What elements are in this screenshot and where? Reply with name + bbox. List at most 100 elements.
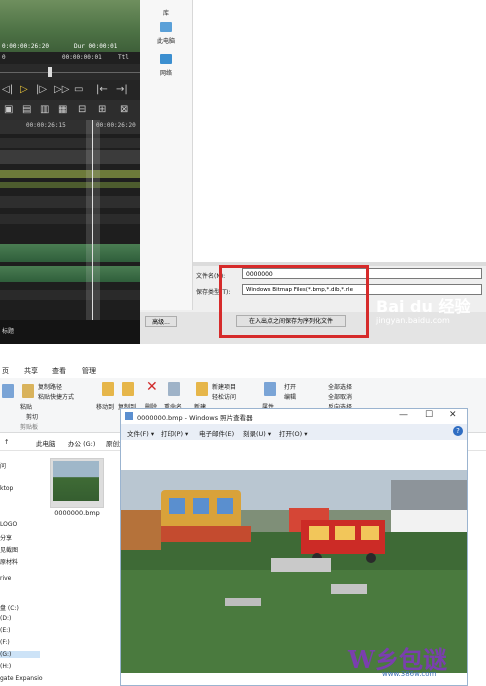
nav-item[interactable]: 问 bbox=[0, 461, 6, 470]
this-pc-icon bbox=[160, 22, 172, 32]
nav-item[interactable]: (H:) bbox=[0, 663, 11, 670]
fast-forward-icon[interactable]: ▷▷ bbox=[54, 84, 69, 96]
menu-file[interactable]: 文件(F) ▾ bbox=[127, 428, 154, 438]
track-row[interactable] bbox=[0, 138, 140, 148]
tool-icon-6[interactable]: ⊞ bbox=[98, 104, 106, 116]
move-to-button[interactable]: 移动到 bbox=[96, 402, 114, 411]
network-icon bbox=[160, 54, 172, 64]
easy-access-button[interactable]: 轻松访问 bbox=[212, 392, 236, 401]
paste-button[interactable]: 粘贴 bbox=[20, 402, 32, 411]
tool-icon-5[interactable]: ⊟ bbox=[78, 104, 86, 116]
playhead-region bbox=[86, 120, 100, 320]
select-all-button[interactable]: 全部选择 bbox=[328, 382, 352, 391]
photo-viewer-titlebar[interactable]: 0000000.bmp - Windows 照片查看器 — ☐ ✕ bbox=[121, 409, 467, 424]
explorer-nav-pane: 问 ktop LOGO 分享 见截图 原材料 rive 盘 (C:) (D:) … bbox=[0, 451, 43, 686]
mark-out-icon[interactable]: →| bbox=[116, 84, 128, 96]
watermark-site-url: www.386w.com bbox=[382, 670, 437, 678]
rename-icon[interactable] bbox=[168, 382, 180, 396]
photo-viewer-menu: 文件(F) ▾ 打印(P) ▾ 电子邮件(E) 刻录(U) ▾ 打开(O) ▾ … bbox=[121, 424, 467, 441]
track-row[interactable] bbox=[0, 196, 140, 208]
menu-email[interactable]: 电子邮件(E) bbox=[199, 428, 234, 438]
window-title: 0000000.bmp - Windows 照片查看器 bbox=[137, 414, 253, 422]
tc-mid: 00:00:00:01 bbox=[62, 54, 102, 61]
file-name-label[interactable]: 0000000.bmp bbox=[50, 509, 104, 517]
prev-frame-icon[interactable]: ◁| bbox=[2, 84, 13, 96]
nav-item-selected[interactable]: (G:) bbox=[0, 651, 40, 658]
playhead[interactable] bbox=[92, 120, 93, 320]
close-icon[interactable]: ✕ bbox=[449, 410, 457, 420]
track-row[interactable] bbox=[0, 214, 140, 224]
help-icon[interactable]: ? bbox=[453, 426, 463, 436]
video-clip[interactable] bbox=[0, 182, 140, 188]
paste-icon[interactable] bbox=[22, 384, 34, 398]
breadcrumb-this-pc[interactable]: 此电脑 bbox=[36, 438, 56, 448]
new-folder-icon[interactable] bbox=[196, 382, 208, 396]
ruler-mark-end: 00:00:26:20 bbox=[96, 122, 136, 129]
move-to-icon[interactable] bbox=[102, 382, 114, 396]
audio-clip[interactable] bbox=[0, 266, 140, 282]
nav-item[interactable]: ktop bbox=[0, 485, 13, 492]
tool-icon-2[interactable]: ▤ bbox=[22, 104, 31, 116]
nav-item[interactable]: rive bbox=[0, 575, 11, 582]
nav-this-pc[interactable]: 此电脑 bbox=[140, 36, 192, 45]
nav-item[interactable]: 原材料 bbox=[0, 557, 18, 566]
nav-item[interactable]: (D:) bbox=[0, 615, 11, 622]
scrub-knob[interactable] bbox=[48, 67, 52, 77]
dialog-file-area[interactable] bbox=[193, 0, 486, 262]
cut-button[interactable]: 剪切 bbox=[26, 412, 38, 421]
play-icon[interactable]: ▷ bbox=[20, 84, 28, 96]
nav-item[interactable]: (F:) bbox=[0, 639, 10, 646]
menu-print[interactable]: 打印(P) ▾ bbox=[161, 428, 188, 438]
ribbon-tabs: 页 共享 查看 管理 bbox=[0, 364, 486, 378]
nav-item[interactable]: 盘 (C:) bbox=[0, 603, 19, 612]
timecode-current: 0:00:00:26:20 bbox=[2, 43, 49, 50]
scrub-bar[interactable] bbox=[0, 64, 140, 80]
menu-open[interactable]: 打开(O) ▾ bbox=[279, 428, 308, 438]
menu-burn[interactable]: 刻录(U) ▾ bbox=[243, 428, 271, 438]
copy-icon[interactable] bbox=[2, 384, 14, 398]
maximize-icon[interactable]: ☐ bbox=[425, 410, 433, 420]
select-none-button[interactable]: 全部取消 bbox=[328, 392, 352, 401]
ruler-mark: 00:00:26:15 bbox=[26, 122, 66, 129]
edit-button[interactable]: 编辑 bbox=[284, 392, 296, 401]
new-item-button[interactable]: 新建项目 bbox=[212, 382, 236, 391]
track-row[interactable] bbox=[0, 290, 140, 300]
track-row[interactable] bbox=[0, 150, 140, 164]
breadcrumb-drive[interactable]: 办公 (G:) bbox=[68, 438, 95, 448]
nav-network[interactable]: 网络 bbox=[140, 68, 192, 77]
tool-icon-3[interactable]: ▥ bbox=[40, 104, 49, 116]
tool-icon-1[interactable]: ▣ bbox=[4, 104, 13, 116]
copy-to-icon[interactable] bbox=[122, 382, 134, 396]
timeline-ruler[interactable]: 00:00:26:15 00:00:26:20 bbox=[0, 120, 140, 134]
nav-item[interactable]: (E:) bbox=[0, 627, 11, 634]
tab-manage[interactable]: 管理 bbox=[82, 366, 96, 376]
paste-shortcut-button[interactable]: 粘贴快捷方式 bbox=[38, 392, 74, 401]
copy-path-button[interactable]: 复制路径 bbox=[38, 382, 62, 391]
nav-library[interactable]: 库 bbox=[140, 8, 192, 17]
properties-icon[interactable] bbox=[264, 382, 276, 396]
nav-up-icon[interactable]: ↑ bbox=[4, 438, 9, 446]
tab-share[interactable]: 共享 bbox=[24, 366, 38, 376]
nav-item[interactable]: 分享 bbox=[0, 533, 12, 542]
timeline-tracks[interactable] bbox=[0, 134, 140, 320]
tab-home[interactable]: 页 bbox=[2, 366, 9, 376]
nav-item[interactable]: LOGO bbox=[0, 521, 17, 528]
advanced-button[interactable]: 高级... bbox=[145, 316, 177, 327]
video-clip[interactable] bbox=[0, 170, 140, 178]
mark-in-icon[interactable]: |← bbox=[96, 84, 108, 96]
open-button[interactable]: 打开 bbox=[284, 382, 296, 391]
tool-icon-4[interactable]: ▦ bbox=[58, 104, 67, 116]
delete-icon[interactable]: ✕ bbox=[146, 380, 158, 394]
thumbnail-image bbox=[53, 461, 99, 501]
tc-ttl: Ttl bbox=[118, 54, 129, 61]
tool-icon-7[interactable]: ⊠ bbox=[120, 104, 128, 116]
output-icon[interactable]: ▭ bbox=[74, 84, 83, 96]
minimize-icon[interactable]: — bbox=[399, 410, 408, 420]
timecode-bar: 0 00:00:00:01 Ttl bbox=[0, 52, 140, 64]
audio-clip[interactable] bbox=[0, 244, 140, 262]
nav-item[interactable]: gate Expansio bbox=[0, 675, 43, 682]
tab-view[interactable]: 查看 bbox=[52, 366, 66, 376]
next-frame-icon[interactable]: |▷ bbox=[36, 84, 47, 96]
baidu-watermark: Bai du 经验 jingyan.baidu.com bbox=[376, 298, 482, 334]
nav-item[interactable]: 见截图 bbox=[0, 545, 18, 554]
